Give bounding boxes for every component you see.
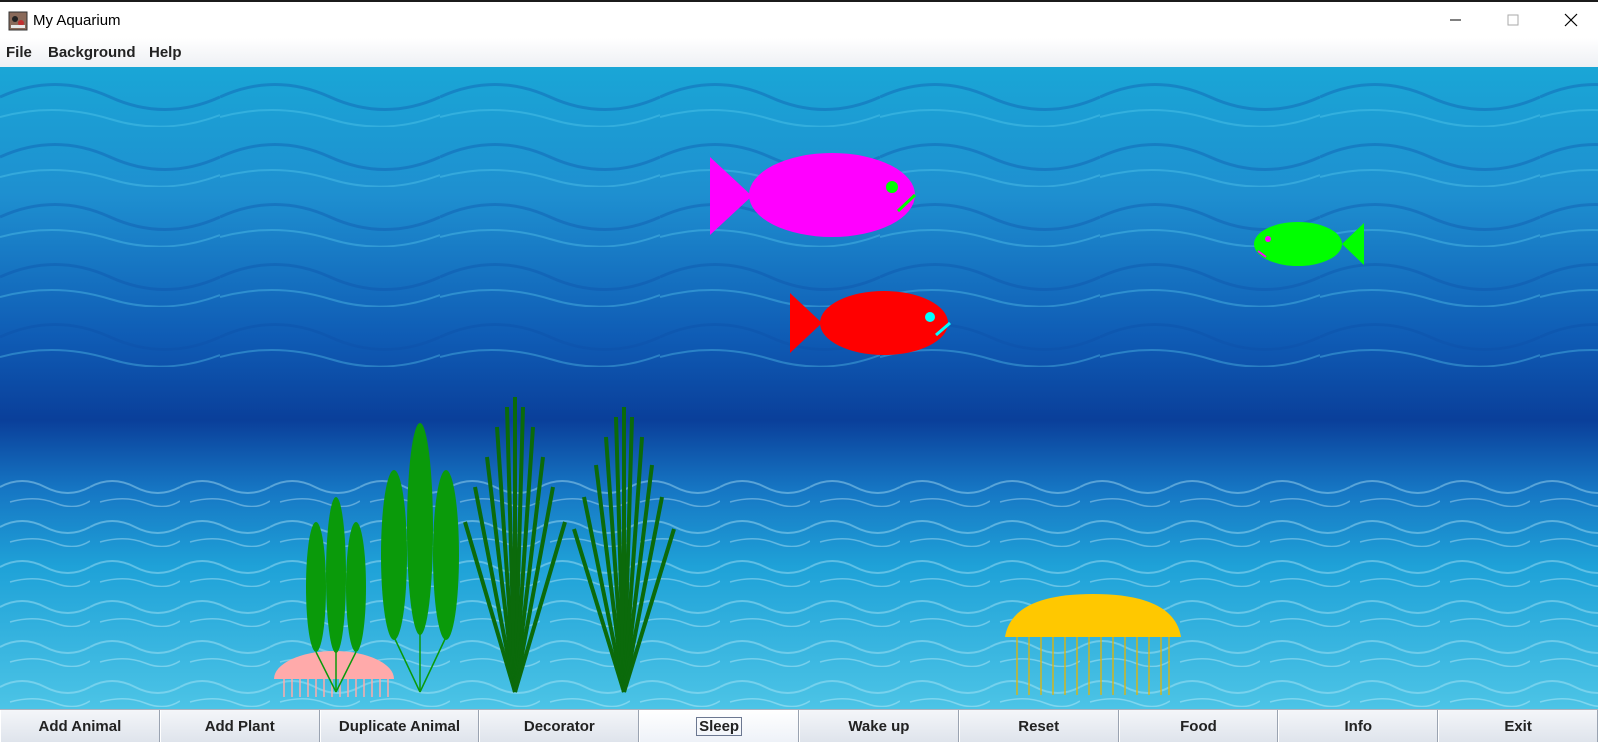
add-animal-button[interactable]: Add Animal — [0, 710, 160, 742]
window-title: My Aquarium — [33, 12, 121, 29]
sleep-button[interactable]: Sleep — [639, 710, 799, 742]
sleep-label: Sleep — [696, 716, 743, 736]
maximize-icon — [1507, 14, 1519, 26]
info-label: Info — [1344, 717, 1373, 735]
duplicate-animal-label: Duplicate Animal — [338, 717, 461, 735]
menu-bar: File Background Help — [0, 38, 1598, 68]
add-plant-label: Add Plant — [204, 717, 275, 735]
title-bar: My Aquarium — [0, 0, 1598, 38]
close-button[interactable] — [1542, 2, 1598, 38]
aquarium-scene — [0, 67, 1598, 709]
menu-file[interactable]: File — [6, 44, 32, 61]
exit-label: Exit — [1504, 717, 1532, 735]
info-button[interactable]: Info — [1278, 710, 1439, 742]
maximize-button[interactable] — [1484, 2, 1542, 38]
decorator-button[interactable]: Decorator — [479, 710, 640, 742]
minimize-icon — [1450, 19, 1461, 21]
reset-label: Reset — [1018, 717, 1060, 735]
exit-button[interactable]: Exit — [1438, 710, 1598, 742]
duplicate-animal-button[interactable]: Duplicate Animal — [319, 710, 480, 742]
app-icon — [8, 11, 28, 31]
sand-pattern — [0, 467, 1598, 709]
food-label: Food — [1180, 717, 1217, 735]
wake-up-label: Wake up — [848, 717, 910, 735]
minimize-button[interactable] — [1426, 2, 1484, 38]
menu-background[interactable]: Background — [48, 44, 136, 61]
decorator-label: Decorator — [523, 717, 595, 735]
food-button[interactable]: Food — [1118, 710, 1279, 742]
close-icon — [1564, 13, 1578, 27]
wake-up-button[interactable]: Wake up — [798, 710, 959, 742]
reset-button[interactable]: Reset — [958, 710, 1119, 742]
menu-help[interactable]: Help — [149, 44, 182, 61]
add-animal-label: Add Animal — [38, 717, 122, 735]
aquarium-canvas[interactable] — [0, 67, 1598, 709]
add-plant-button[interactable]: Add Plant — [159, 710, 320, 742]
action-toolbar: Add Animal Add Plant Duplicate Animal De… — [0, 709, 1598, 742]
